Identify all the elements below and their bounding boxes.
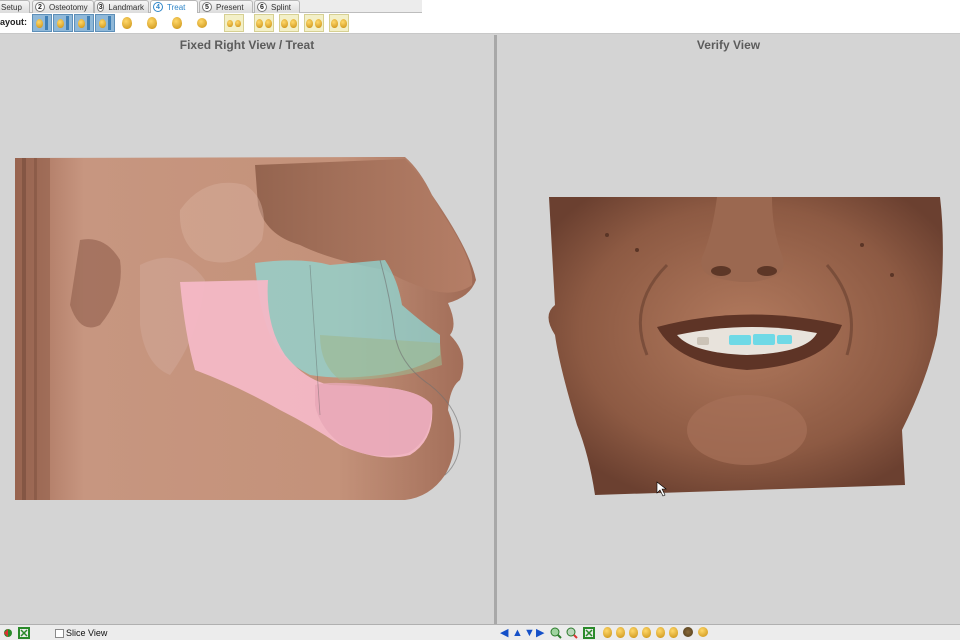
view-perspective-icon[interactable] xyxy=(683,627,693,637)
tab-number: 2 xyxy=(35,2,45,12)
tab-label: Osteotomy xyxy=(49,2,88,12)
rotate-down-icon[interactable]: ▼ xyxy=(524,627,535,639)
tab-setup[interactable]: Setup xyxy=(0,0,30,13)
layout-button-double-icon[interactable] xyxy=(53,14,73,32)
fit-view-icon[interactable] xyxy=(18,627,30,639)
fit-all-icon[interactable] xyxy=(583,627,595,639)
bottom-toolbar: Slice View ◀ ▲ ▼ ▶ xyxy=(0,624,960,640)
tab-label: Present xyxy=(216,2,244,12)
layout-toolbar: ayout: xyxy=(0,13,960,34)
tab-label: Landmark xyxy=(108,2,144,12)
tab-label: Setup xyxy=(1,2,22,12)
view-reset-icon[interactable] xyxy=(698,627,708,637)
view-top-icon[interactable] xyxy=(656,627,665,638)
view-back-icon[interactable] xyxy=(616,627,625,638)
layout-button-single-icon[interactable] xyxy=(32,14,52,32)
zoom-out-icon[interactable] xyxy=(566,627,578,639)
rotate-right-icon[interactable]: ▶ xyxy=(536,627,544,639)
head-side-icon[interactable] xyxy=(143,14,161,32)
layout-button-quad-icon[interactable] xyxy=(95,14,115,32)
rotate-left-icon[interactable]: ◀ xyxy=(500,627,508,639)
layout-button-triple-icon[interactable] xyxy=(74,14,94,32)
view-front-icon[interactable] xyxy=(603,627,612,638)
zoom-in-icon[interactable] xyxy=(550,627,562,639)
workflow-tab-bar: Setup 2 Osteotomy 3 Landmark 4 Treat 5 P… xyxy=(0,0,960,13)
layout-pair-front-icon[interactable] xyxy=(254,14,274,32)
view-right-icon[interactable] xyxy=(642,627,651,638)
slice-view-label: Slice View xyxy=(66,628,108,638)
tab-number: 3 xyxy=(97,2,105,12)
fixed-right-view-panel[interactable]: Fixed Right View / Treat xyxy=(0,35,494,623)
head-oblique-icon[interactable] xyxy=(168,14,186,32)
view-bottom-icon[interactable] xyxy=(669,627,678,638)
tab-present[interactable]: 5 Present xyxy=(199,0,253,13)
layout-label: ayout: xyxy=(0,17,27,27)
tab-landmark[interactable]: 3 Landmark xyxy=(94,0,149,13)
slice-view-checkbox[interactable] xyxy=(55,629,64,638)
tab-osteotomy[interactable]: 2 Osteotomy xyxy=(32,0,94,13)
tab-number: 6 xyxy=(257,2,267,12)
head-top-icon[interactable] xyxy=(193,14,211,32)
tab-label: Splint xyxy=(271,2,292,12)
layout-pair-top-icon[interactable] xyxy=(329,14,349,32)
face-3d-render[interactable] xyxy=(497,35,960,623)
skull-3d-render[interactable] xyxy=(0,35,494,623)
tab-label: Treat xyxy=(167,2,186,12)
tab-number: 5 xyxy=(202,2,212,12)
tab-treat[interactable]: 4 Treat xyxy=(150,0,198,13)
head-front-icon[interactable] xyxy=(118,14,136,32)
rotate-up-icon[interactable]: ▲ xyxy=(512,627,523,639)
undo-view-icon[interactable] xyxy=(2,627,14,639)
view-left-icon[interactable] xyxy=(629,627,638,638)
layout-grid-icon[interactable] xyxy=(224,14,244,32)
verify-view-panel[interactable]: Verify View xyxy=(497,35,960,623)
tab-number: 4 xyxy=(153,2,163,12)
layout-pair-oblique-icon[interactable] xyxy=(304,14,324,32)
tab-splint[interactable]: 6 Splint xyxy=(254,0,300,13)
layout-pair-side-icon[interactable] xyxy=(279,14,299,32)
tooth-highlight xyxy=(729,335,751,345)
